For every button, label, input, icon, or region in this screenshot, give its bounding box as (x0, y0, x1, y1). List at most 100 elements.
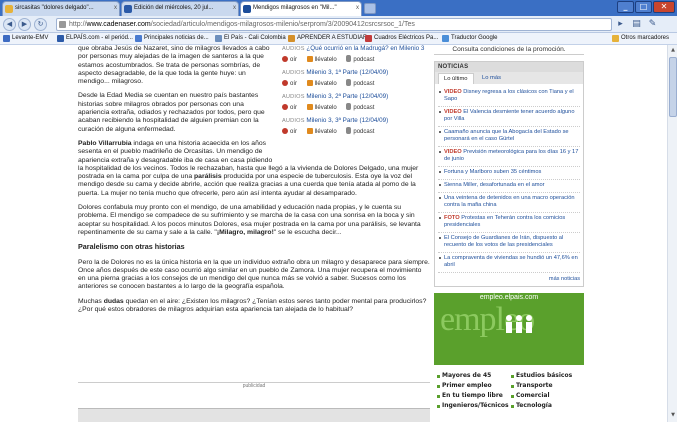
bookmark-item[interactable]: Traductor Google (442, 33, 497, 44)
news-text: Sienna Miller, desafortunada en el amor (444, 182, 545, 188)
audio-label: AUDIOS (282, 70, 305, 76)
wrench-menu-icon[interactable]: ✎ (646, 18, 659, 31)
download-icon[interactable] (306, 103, 313, 110)
page-menu-icon[interactable]: ▤ (630, 18, 643, 31)
download-link[interactable]: llévatelo (315, 129, 337, 135)
listen-link[interactable]: oír (290, 105, 297, 111)
download-icon[interactable] (306, 55, 313, 62)
close-window-button[interactable]: ✕ (653, 1, 675, 13)
listen-link[interactable]: oír (290, 57, 297, 63)
other-bookmarks[interactable]: Otros marcadores (612, 33, 669, 44)
play-icon[interactable] (282, 79, 288, 86)
more-news-link[interactable]: más noticias (435, 273, 583, 286)
close-tab-icon[interactable]: x (356, 2, 359, 15)
news-item[interactable]: Caamaño anuncia que la Abogacía del Esta… (438, 127, 580, 147)
vertical-scrollbar[interactable]: ▲ ▼ (667, 45, 677, 422)
news-item[interactable]: VIDEO Disney regresa a los clásicos con … (438, 87, 580, 107)
empleo-link[interactable]: En tu tiempo libre (434, 391, 508, 401)
empleo-link[interactable]: Estudios básicos (508, 371, 582, 381)
news-item[interactable]: Sienna Miller, desafortunada en el amor (438, 180, 580, 193)
podcast-icon[interactable] (346, 78, 352, 86)
play-icon[interactable] (282, 103, 288, 110)
audio-box: AUDIOS ¿Qué ocurrió en la Madrugá? en Mi… (282, 45, 430, 157)
bookmark-icon (288, 35, 295, 42)
section-heading: Paralelismo con otras historias (78, 242, 185, 252)
bookmark-item[interactable]: Cuadros Eléctricos Pa... (365, 33, 438, 44)
scroll-up-icon[interactable]: ▲ (669, 46, 677, 55)
tab-3-active[interactable]: Mendigos milagrosos en "Mil..." x (240, 1, 362, 16)
scroll-down-icon[interactable]: ▼ (669, 411, 677, 420)
bookmark-item[interactable]: El País - Cali Colombia (215, 33, 286, 44)
news-item[interactable]: La compraventa de viviendas se hundió un… (438, 253, 580, 273)
author-name: Pablo Villarrubia (78, 139, 132, 147)
empleo-row: Ingenieros/Técnicos Tecnología (434, 401, 584, 411)
news-text: Una veintena de detenidos en una macro o… (444, 195, 575, 208)
empleo-link[interactable]: Transporte (508, 381, 582, 391)
news-item[interactable]: Una veintena de detenidos en una macro o… (438, 193, 580, 213)
empleo-banner[interactable]: empleo.elpais.com empleo (434, 293, 584, 365)
favicon-icon (5, 5, 13, 13)
audio-title-link[interactable]: Milenio 3, 2ª Parte (12/04/09) (306, 93, 388, 100)
listen-link[interactable]: oír (290, 81, 297, 87)
play-icon[interactable] (282, 55, 288, 62)
favicon-icon (243, 5, 251, 13)
podcast-link[interactable]: podcast (353, 81, 374, 87)
tab-lo-mas[interactable]: Lo más (477, 73, 506, 84)
tab-2[interactable]: Edición del miércoles, 20 jul... x (121, 1, 239, 16)
bookmark-item[interactable]: ELPAÍS.com - el periód... (57, 33, 133, 44)
empleo-link[interactable]: Tecnología (508, 401, 582, 411)
empleo-link[interactable]: Mayores de 45 (434, 371, 508, 381)
promo-conditions-link[interactable]: Consulta condiciones de la promoción. (434, 45, 584, 55)
empleo-link[interactable]: Primer empleo (434, 381, 508, 391)
download-icon[interactable] (306, 127, 313, 134)
maximize-button[interactable]: □ (635, 1, 652, 13)
empleo-link[interactable]: Ingenieros/Técnicos (434, 401, 509, 411)
reload-button[interactable]: ↻ (34, 18, 47, 31)
forward-button[interactable]: ▶ (18, 18, 31, 31)
news-item[interactable]: Fortuna y Marlboro suben 35 céntimos (438, 167, 580, 180)
bookmark-icon (135, 35, 142, 42)
podcast-link[interactable]: podcast (353, 105, 374, 111)
podcast-icon[interactable] (346, 126, 352, 134)
video-badge: VIDEO (444, 109, 462, 115)
bookmark-icon (215, 35, 222, 42)
folder-icon (612, 35, 619, 42)
close-tab-icon[interactable]: x (114, 2, 117, 15)
comments-bar (78, 408, 430, 422)
news-text: Previsión meteorológica para los días 16… (444, 149, 579, 162)
audio-title-link[interactable]: Milenio 3, 1ª Parte (12/04/09) (306, 69, 388, 76)
podcast-link[interactable]: podcast (353, 57, 374, 63)
back-button[interactable]: ◀ (3, 18, 16, 31)
podcast-link[interactable]: podcast (353, 129, 374, 135)
play-icon[interactable] (282, 127, 288, 134)
bookmark-label: Principales noticias de... (144, 35, 209, 41)
news-item[interactable]: FOTO Protestas en Teherán contra los com… (438, 213, 580, 233)
address-bar[interactable]: http://www.cadenaser.com/sociedad/articu… (56, 18, 612, 31)
listen-link[interactable]: oír (290, 129, 297, 135)
audio-title-link[interactable]: Milenio 3, 3ª Parte (12/04/09) (306, 117, 388, 124)
minimize-button[interactable]: _ (617, 1, 634, 13)
tab-lo-ultimo[interactable]: Lo último (438, 73, 474, 84)
download-link[interactable]: llévatelo (315, 105, 337, 111)
scroll-thumb[interactable] (669, 57, 677, 117)
news-item[interactable]: El Consejo de Guardianes de Irán, dispue… (438, 233, 580, 253)
audio-title-link[interactable]: ¿Qué ocurrió en la Madrugá? en Milenio 3 (306, 45, 424, 52)
new-tab-button[interactable] (364, 3, 376, 14)
bookmark-item[interactable]: APRENDER A ESTUDIAR (288, 33, 367, 44)
download-link[interactable]: llévatelo (315, 81, 337, 87)
news-text: El Consejo de Guardianes de Irán, dispue… (444, 235, 564, 248)
news-item[interactable]: VIDEO Previsión meteorológica para los d… (438, 147, 580, 167)
article-paragraph: Pero la de Dolores no es la única histor… (78, 258, 430, 291)
news-item[interactable]: VIDEO El Valencia desmiente tener acuerd… (438, 107, 580, 127)
bookmark-item[interactable]: Levante-EMV (3, 33, 48, 44)
bookmark-item[interactable]: Principales noticias de... (135, 33, 209, 44)
empleo-link[interactable]: Comercial (508, 391, 582, 401)
tab-1[interactable]: sircasitas "dolores delgado"... x (2, 1, 120, 16)
download-icon[interactable] (306, 79, 313, 86)
podcast-icon[interactable] (346, 54, 352, 62)
bookmark-icon (3, 35, 10, 42)
podcast-icon[interactable] (346, 102, 352, 110)
download-link[interactable]: llévatelo (315, 57, 337, 63)
go-arrow-icon[interactable]: ▸ (614, 18, 627, 31)
close-tab-icon[interactable]: x (233, 2, 236, 15)
